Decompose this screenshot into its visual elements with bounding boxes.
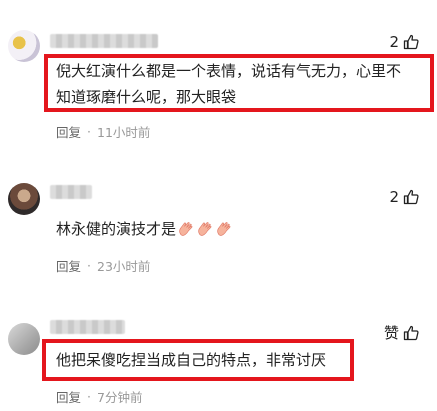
clapping-hands-emoji	[179, 222, 193, 236]
username-blurred[interactable]	[50, 185, 92, 199]
clapping-hands-emoji	[217, 222, 231, 236]
like-button[interactable]: 2	[389, 33, 419, 51]
comment-text-row: 林永健的演技才是	[56, 216, 233, 242]
thumbs-up-icon	[403, 189, 419, 205]
timestamp: 7分钟前	[97, 390, 143, 405]
like-button[interactable]: 2	[389, 188, 419, 206]
comment-text-line-1: 倪大红演什么都是一个表情，说话有气无力，心里不	[56, 62, 402, 80]
separator-dot: ·	[87, 258, 91, 273]
reply-button[interactable]: 回复	[56, 387, 81, 406]
comment-2: 2 林永健的演技才是 回复 · 23小时前	[0, 150, 437, 295]
avatar[interactable]	[8, 30, 40, 62]
reply-button[interactable]: 回复	[56, 122, 81, 141]
username-blurred[interactable]	[50, 34, 158, 48]
clapping-hands-emoji	[198, 222, 212, 236]
comment-text: 林永健的演技才是	[56, 220, 177, 238]
reply-button[interactable]: 回复	[56, 256, 81, 275]
comment-1: 2 倪大红演什么都是一个表情，说话有气无力，心里不 知道琢磨什么呢，那大眼袋 回…	[0, 0, 437, 150]
comment-text: 倪大红演什么都是一个表情，说话有气无力，心里不 知道琢磨什么呢，那大眼袋	[56, 58, 401, 110]
timestamp: 23小时前	[97, 259, 151, 274]
like-button[interactable]: 赞	[384, 322, 419, 343]
comment-meta: 回复 · 23小时前	[56, 256, 150, 275]
separator-dot: ·	[87, 124, 91, 139]
comment-text: 他把呆傻吃捏当成自己的特点，非常讨厌	[56, 351, 327, 369]
username-blurred[interactable]	[50, 320, 125, 334]
avatar[interactable]	[8, 323, 40, 355]
like-count: 2	[389, 33, 399, 51]
comment-3: 赞 他把呆傻吃捏当成自己的特点，非常讨厌 回复 · 7分钟前	[0, 295, 437, 411]
comment-text-line-2: 知道琢磨什么呢，那大眼袋	[56, 88, 237, 106]
comment-meta: 回复 · 11小时前	[56, 122, 150, 141]
like-label: 赞	[383, 324, 399, 342]
like-count: 2	[389, 188, 399, 206]
thumbs-up-icon	[403, 325, 419, 340]
separator-dot: ·	[87, 389, 91, 404]
thumbs-up-icon	[403, 34, 419, 50]
comment-meta: 回复 · 7分钟前	[56, 387, 142, 406]
timestamp: 11小时前	[97, 125, 151, 140]
avatar[interactable]	[8, 183, 40, 215]
